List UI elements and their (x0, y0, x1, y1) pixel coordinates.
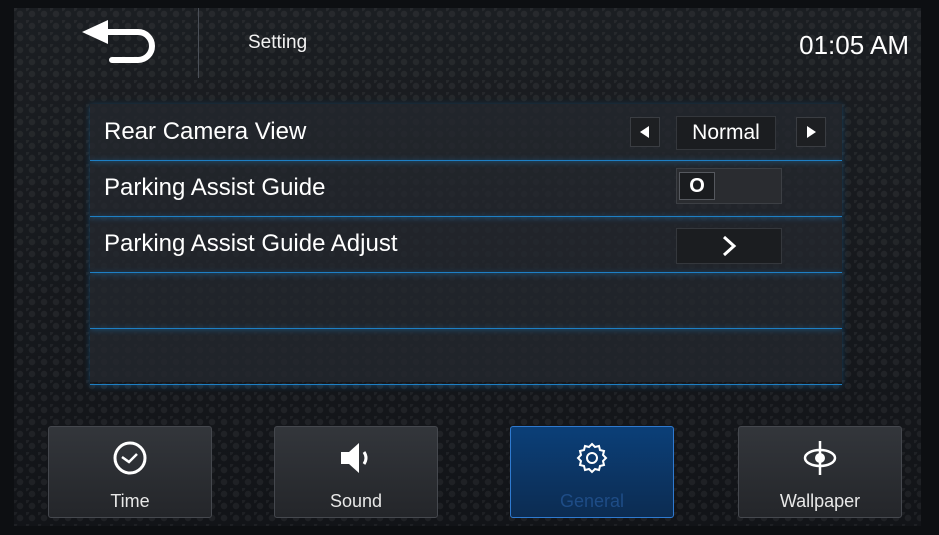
back-arrow-icon (82, 20, 155, 63)
tab-label: Sound (329, 491, 383, 511)
tab-label: Wallpaper (779, 491, 861, 511)
setting-row-empty (90, 328, 842, 385)
tab-general[interactable]: General (510, 426, 674, 518)
tab-sound[interactable]: Sound (274, 426, 438, 518)
tab-label: Time (110, 491, 150, 511)
parking-assist-guide-toggle[interactable]: O (676, 168, 782, 204)
category-tab-bar: Time Sound General Wallpaper (14, 420, 921, 526)
back-button[interactable] (72, 18, 168, 72)
header-bar: Setting 01:05 AM (14, 8, 921, 80)
tab-label: General (559, 491, 625, 511)
setting-label: Parking Assist Guide Adjust (104, 230, 398, 257)
toggle-knob: O (679, 172, 715, 200)
setting-label: Parking Assist Guide (104, 174, 326, 201)
toggle-off-symbol: O (689, 175, 705, 197)
tab-time[interactable]: Time (48, 426, 212, 518)
tab-wallpaper[interactable]: Wallpaper (738, 426, 902, 518)
head-unit-screen: Setting 01:05 AM Rear Camera View Normal… (14, 8, 921, 526)
setting-row-rear-camera-view[interactable]: Rear Camera View Normal (90, 104, 842, 161)
clock-icon (49, 439, 211, 477)
chevron-right-icon (722, 235, 737, 257)
wallpaper-icon (739, 439, 901, 477)
next-option-button[interactable] (796, 117, 826, 147)
speaker-icon (275, 439, 437, 477)
setting-row-empty (90, 272, 842, 329)
page-title: Setting (248, 32, 308, 53)
setting-row-parking-assist-guide[interactable]: Parking Assist Guide O (90, 160, 842, 217)
triangle-right-icon (807, 126, 816, 138)
open-submenu-button[interactable] (676, 228, 782, 264)
setting-row-parking-assist-guide-adjust[interactable]: Parking Assist Guide Adjust (90, 216, 842, 273)
triangle-left-icon (640, 126, 649, 138)
clock-display: 01:05 AM (799, 30, 909, 60)
previous-option-button[interactable] (630, 117, 660, 147)
rear-camera-view-value: Normal (676, 116, 776, 150)
settings-list: Rear Camera View Normal Parking Assist G… (90, 104, 842, 385)
setting-label: Rear Camera View (104, 118, 307, 145)
gear-icon (511, 439, 673, 477)
header-divider (198, 8, 199, 78)
